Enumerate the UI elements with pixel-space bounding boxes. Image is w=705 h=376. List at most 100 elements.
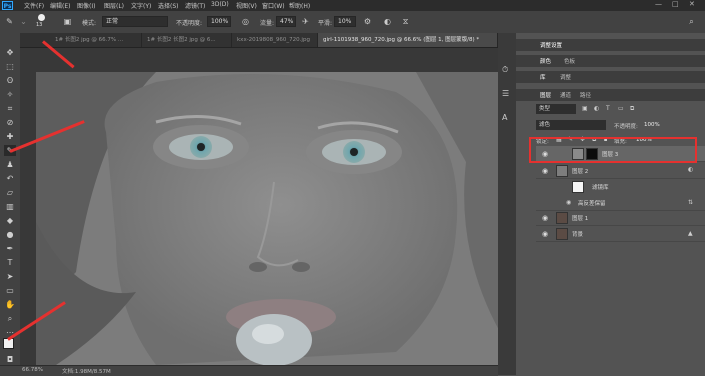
pressure-opacity-icon[interactable]: ◎ bbox=[240, 16, 251, 27]
document-tab-active[interactable]: girl-1101938_960_720.jpg @ 66.6% (图层 1, … bbox=[318, 33, 498, 47]
menu-3d[interactable]: 3D(D) bbox=[211, 1, 229, 8]
layer-opacity-value[interactable]: 100% bbox=[644, 122, 660, 128]
history-brush-tool-icon[interactable]: ↶ bbox=[4, 173, 16, 184]
pen-tool-icon[interactable]: ✒ bbox=[4, 243, 16, 254]
smart-object-icon: ◐ bbox=[688, 166, 694, 173]
symmetry-icon[interactable]: ⧖ bbox=[400, 16, 411, 27]
brush-tip-icon bbox=[38, 14, 45, 21]
layer-row[interactable]: ◉ 图层 1 bbox=[536, 210, 705, 226]
tab-paths[interactable]: 路径 bbox=[580, 91, 591, 99]
chevron-down-icon[interactable]: ⌄ bbox=[18, 16, 29, 27]
filter-options-icon[interactable]: ⇅ bbox=[688, 199, 693, 206]
smart-filter-name: 滤镜库 bbox=[592, 185, 609, 191]
layer-name: 图层 2 bbox=[572, 169, 589, 175]
zoom-tool-icon[interactable]: ⌕ bbox=[4, 313, 16, 324]
right-panels: 调整设置 颜色 色板 库 调整 图层 通道 路径 类型 ▣ ◐ T ▭ ⧉ 滤色… bbox=[516, 33, 705, 375]
search-icon[interactable]: ⌕ bbox=[686, 16, 697, 27]
lasso-tool-icon[interactable]: ʘ bbox=[4, 75, 16, 86]
smart-filter-row[interactable]: 滤镜库 bbox=[536, 179, 705, 195]
tab-swatches[interactable]: 色板 bbox=[564, 57, 575, 65]
document-tab[interactable]: 1# 长图2 长图2 jpg @ 6... bbox=[142, 33, 232, 47]
filter-smart-icon[interactable]: ⧉ bbox=[630, 105, 634, 113]
menu-type[interactable]: 文字(Y) bbox=[131, 1, 151, 10]
eyedropper-tool-icon[interactable]: ⊘ bbox=[4, 117, 16, 128]
zoom-level[interactable]: 66.78% bbox=[22, 367, 43, 373]
gradient-tool-icon[interactable]: ▥ bbox=[4, 201, 16, 212]
document-canvas[interactable] bbox=[36, 72, 500, 365]
rectangle-tool-icon[interactable]: ▭ bbox=[4, 285, 16, 296]
layers-panel-header: 图层 通道 路径 bbox=[516, 89, 705, 101]
blur-tool-icon[interactable]: ◆ bbox=[4, 215, 16, 226]
menu-help[interactable]: 帮助(H) bbox=[289, 1, 310, 10]
opacity-input[interactable]: 100% bbox=[207, 16, 231, 27]
blend-mode-select[interactable]: 滤色 bbox=[536, 120, 606, 130]
menu-window[interactable]: 窗口(W) bbox=[262, 1, 285, 10]
mode-label: 模式: bbox=[82, 20, 97, 27]
status-bar: 66.78% 文档:1.98M/8.57M bbox=[0, 365, 498, 376]
airbrush-icon[interactable]: ✈ bbox=[300, 16, 311, 27]
smart-filter-row[interactable]: ◉ 高反差保留 ⇅ bbox=[536, 195, 705, 211]
tab-color[interactable]: 颜色 bbox=[540, 57, 551, 65]
path-select-tool-icon[interactable]: ➤ bbox=[4, 271, 16, 282]
layer-row[interactable]: ◉ 图层 2 ◐ bbox=[536, 163, 705, 179]
healing-brush-tool-icon[interactable]: ✚ bbox=[4, 131, 16, 142]
photo-image bbox=[36, 72, 500, 365]
quick-mask-icon[interactable]: ◘ bbox=[4, 354, 16, 365]
hand-tool-icon[interactable]: ✋ bbox=[4, 299, 16, 310]
brush-preset-picker[interactable]: 13 bbox=[34, 13, 50, 31]
character-icon[interactable]: A bbox=[502, 113, 507, 122]
clone-stamp-tool-icon[interactable]: ♟ bbox=[4, 159, 16, 170]
menu-image[interactable]: 图像(I) bbox=[77, 1, 95, 10]
tab-library[interactable]: 库 bbox=[540, 73, 546, 81]
maximize-icon[interactable]: □ bbox=[672, 0, 679, 8]
filter-type-icon[interactable]: T bbox=[606, 105, 610, 112]
menu-edit[interactable]: 编辑(E) bbox=[50, 1, 70, 10]
pressure-size-icon[interactable]: ◐ bbox=[382, 16, 393, 27]
flow-input[interactable]: 47% bbox=[276, 16, 296, 27]
filter-mask-thumbnail[interactable] bbox=[572, 181, 584, 193]
eye-icon[interactable]: ◉ bbox=[542, 230, 552, 238]
history-icon[interactable]: ⏱ bbox=[502, 65, 508, 75]
filter-adjust-icon[interactable]: ◐ bbox=[594, 105, 599, 112]
crop-tool-icon[interactable]: ⌗ bbox=[4, 103, 16, 114]
document-tab[interactable]: kxx-2019808_960_720.jpg bbox=[232, 33, 318, 47]
menu-filter[interactable]: 滤镜(T) bbox=[185, 1, 205, 10]
layer-name: 背景 bbox=[572, 232, 584, 238]
color-panel-header: 颜色 色板 bbox=[516, 55, 705, 67]
quick-select-tool-icon[interactable]: ✧ bbox=[4, 89, 16, 100]
brush-size-value: 13 bbox=[36, 22, 43, 28]
eraser-tool-icon[interactable]: ▱ bbox=[4, 187, 16, 198]
tab-layers[interactable]: 图层 bbox=[540, 91, 551, 99]
layer-row[interactable]: ◉ 背景 ▲ bbox=[536, 226, 705, 242]
gear-icon[interactable]: ⚙ bbox=[362, 16, 373, 27]
layer-name: 图层 1 bbox=[572, 216, 589, 222]
mode-select[interactable]: 正常 bbox=[102, 16, 168, 27]
menu-layer[interactable]: 图层(L) bbox=[104, 1, 124, 10]
eye-icon[interactable]: ◉ bbox=[542, 167, 552, 175]
close-icon[interactable]: ✕ bbox=[689, 0, 695, 8]
brush-panel-toggle-icon[interactable]: ▣ bbox=[62, 16, 73, 27]
eye-icon[interactable]: ◉ bbox=[542, 214, 552, 222]
tab-channels[interactable]: 通道 bbox=[560, 91, 571, 99]
opacity-label: 不透明度: bbox=[176, 20, 203, 27]
smoothing-input[interactable]: 10% bbox=[334, 16, 356, 27]
eye-icon[interactable]: ◉ bbox=[566, 199, 571, 206]
highlight-box bbox=[529, 137, 697, 163]
menu-view[interactable]: 视图(V) bbox=[236, 1, 257, 10]
tab-adjustments[interactable]: 调整 bbox=[560, 73, 571, 81]
dodge-tool-icon[interactable]: ● bbox=[4, 229, 16, 240]
minimize-icon[interactable]: — bbox=[655, 0, 662, 8]
type-tool-icon[interactable]: T bbox=[4, 257, 16, 268]
move-tool-icon[interactable]: ✥ bbox=[4, 47, 16, 58]
menu-file[interactable]: 文件(F) bbox=[24, 1, 44, 10]
menu-select[interactable]: 选择(S) bbox=[158, 1, 179, 10]
filter-pixel-icon[interactable]: ▣ bbox=[582, 105, 588, 112]
properties-icon[interactable]: ☰ bbox=[502, 89, 509, 98]
marquee-tool-icon[interactable]: ⬚ bbox=[4, 61, 16, 72]
brush-tool-icon[interactable]: ✎ bbox=[4, 16, 15, 27]
document-tab[interactable]: 1# 长图2 jpg @ 66.7% ... bbox=[50, 33, 142, 47]
tab-adjust-settings[interactable]: 调整设置 bbox=[540, 41, 562, 49]
layer-opacity-label: 不透明度: bbox=[614, 124, 638, 130]
filter-shape-icon[interactable]: ▭ bbox=[618, 105, 624, 112]
layer-kind-filter[interactable]: 类型 bbox=[536, 104, 576, 114]
